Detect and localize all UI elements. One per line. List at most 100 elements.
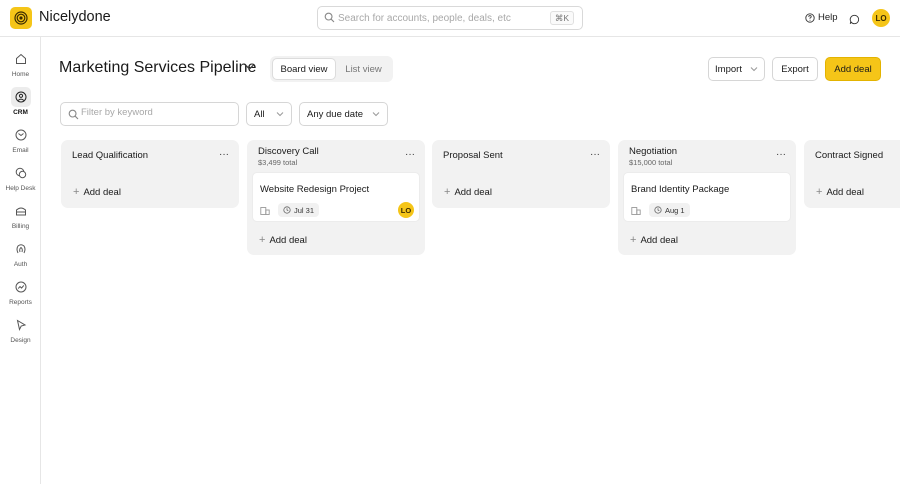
pipeline-column: Lead Qualification ··· + Add deal [61, 140, 239, 208]
help-button[interactable]: Help [805, 12, 838, 23]
column-more-button[interactable]: ··· [776, 149, 786, 160]
home-icon [15, 53, 26, 64]
column-more-button[interactable]: ··· [590, 149, 600, 160]
sidebar-item-design[interactable]: Design [0, 315, 41, 349]
view-toggle: Board view List view [270, 56, 393, 82]
column-more-button[interactable]: ··· [219, 149, 229, 160]
user-avatar[interactable]: LO [872, 9, 890, 27]
add-deal-label: Add deal [834, 63, 872, 75]
help-desk-icon [15, 167, 26, 179]
sidebar-item-label: CRM [13, 109, 28, 116]
column-more-button[interactable]: ··· [405, 149, 415, 160]
pipeline-column: Negotiation $15,000 total ··· Brand Iden… [618, 140, 796, 255]
sidebar-item-label: Auth [13, 261, 28, 268]
building-icon [260, 206, 270, 215]
crm-icon [15, 91, 26, 103]
question-circle-icon [805, 12, 815, 23]
plus-icon: + [630, 234, 637, 246]
sidebar-item-help-desk[interactable]: Help Desk [0, 163, 41, 197]
deal-card[interactable]: Brand Identity Package Aug 1 [623, 172, 791, 222]
deal-title: Website Redesign Project [260, 184, 370, 195]
search-icon [68, 109, 79, 120]
deal-card[interactable]: Website Redesign Project Jul 31 LO [252, 172, 420, 222]
deal-title: Brand Identity Package [631, 184, 730, 195]
chevron-down-icon [276, 112, 284, 117]
clock-icon [283, 206, 291, 214]
column-add-deal-button[interactable]: + Add deal [73, 186, 121, 198]
add-deal-label: Add deal [269, 234, 307, 246]
export-button[interactable]: Export [772, 57, 818, 81]
column-title: Discovery Call [258, 146, 319, 157]
clock-icon [654, 206, 662, 214]
pipeline-column: Discovery Call $3,499 total ··· Website … [247, 140, 425, 255]
search-icon [324, 12, 335, 23]
sidebar-item-label: Billing [11, 223, 30, 230]
add-deal-label: Add deal [826, 186, 864, 198]
global-search[interactable]: ⌘K [317, 6, 583, 30]
column-add-deal-button[interactable]: + Add deal [444, 186, 492, 198]
sidebar-item-home[interactable]: Home [0, 49, 41, 83]
sidebar-item-label: Design [10, 337, 31, 344]
column-add-deal-button[interactable]: + Add deal [630, 234, 678, 246]
column-title: Proposal Sent [443, 150, 503, 161]
chevron-down-icon[interactable] [244, 63, 255, 71]
sidebar-item-label: Help Desk [5, 185, 36, 192]
sidebar-item-label: Home [11, 71, 30, 78]
app-name: Nicelydone [39, 9, 111, 25]
search-shortcut-badge: ⌘K [549, 11, 574, 25]
keyword-filter-input[interactable] [81, 107, 231, 118]
help-label: Help [818, 12, 838, 23]
column-total: $3,499 total [258, 158, 298, 167]
keyword-filter[interactable] [60, 102, 239, 126]
app-logo[interactable] [10, 7, 32, 29]
plus-icon: + [444, 186, 451, 198]
deal-owner-avatar[interactable]: LO [398, 202, 414, 218]
column-title: Negotiation [629, 146, 678, 157]
add-deal-label: Add deal [454, 186, 492, 198]
sidebar-item-reports[interactable]: Reports [0, 277, 41, 311]
import-label: Import [715, 63, 742, 75]
sidebar-item-billing[interactable]: Billing [0, 201, 41, 235]
logo-icon [14, 11, 28, 25]
page-title: Marketing Services Pipeline [59, 59, 257, 76]
pipeline-column: Contract Signed + Add deal [804, 140, 900, 208]
column-add-deal-button[interactable]: + Add deal [816, 186, 864, 198]
column-title: Lead Qualification [72, 150, 149, 161]
chevron-down-icon [750, 67, 758, 72]
due-date-filter-value: Any due date [307, 109, 363, 120]
column-add-deal-button[interactable]: + Add deal [259, 234, 307, 246]
billing-icon [15, 207, 26, 216]
sidebar-item-auth[interactable]: Auth [0, 239, 41, 273]
search-input[interactable] [338, 10, 548, 26]
tab-list-view[interactable]: List view [336, 58, 391, 80]
chevron-down-icon [372, 112, 380, 117]
add-deal-button[interactable]: Add deal [825, 57, 881, 81]
owner-filter-value: All [254, 109, 265, 120]
building-icon [631, 206, 641, 215]
design-icon [16, 319, 26, 331]
top-bar: Nicelydone ⌘K Help LO [0, 0, 900, 37]
reports-icon [15, 281, 26, 293]
due-date-label: Aug 1 [665, 205, 685, 215]
deal-meta: Aug 1 [631, 203, 690, 217]
add-deal-label: Add deal [640, 234, 678, 246]
due-date-badge: Jul 31 [278, 203, 320, 217]
owner-filter-select[interactable]: All [246, 102, 292, 126]
tab-board-view[interactable]: Board view [272, 58, 336, 80]
plus-icon: + [816, 186, 823, 198]
import-button[interactable]: Import [708, 57, 765, 81]
column-total: $15,000 total [629, 158, 673, 167]
plus-icon: + [73, 186, 80, 198]
due-date-badge: Aug 1 [649, 203, 690, 217]
due-date-filter-select[interactable]: Any due date [299, 102, 388, 126]
deal-meta: Jul 31 [260, 203, 320, 217]
due-date-label: Jul 31 [294, 205, 315, 215]
pipeline-column: Proposal Sent ··· + Add deal [432, 140, 610, 208]
chat-button[interactable] [849, 12, 860, 30]
sidebar-item-email[interactable]: Email [0, 125, 41, 159]
sidebar-item-crm[interactable]: CRM [0, 87, 41, 121]
add-deal-label: Add deal [83, 186, 121, 198]
chat-bubble-icon [849, 14, 860, 25]
plus-icon: + [259, 234, 266, 246]
sidebar-item-label: Reports [9, 299, 32, 306]
